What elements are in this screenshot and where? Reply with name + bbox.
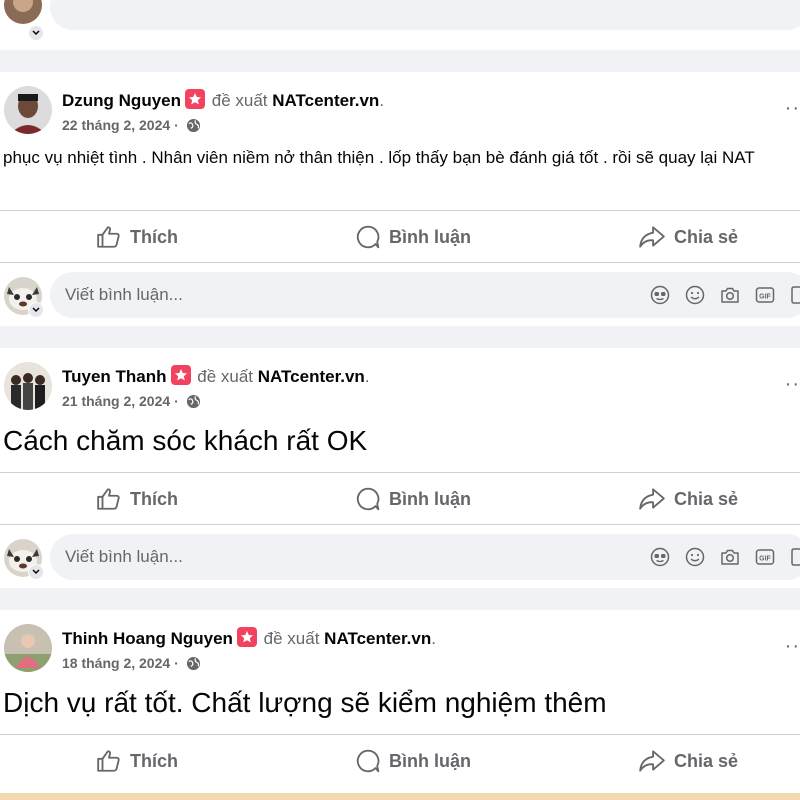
divider (0, 262, 800, 263)
share-button[interactable]: Chia sẻ (638, 474, 738, 524)
post-header: Tuyen Thanh đề xuất NATcenter.vn. (62, 365, 370, 386)
comment-button[interactable]: Bình luận (355, 736, 471, 786)
globe-icon (186, 394, 201, 413)
comment-label: Bình luận (389, 750, 471, 771)
share-label: Chia sẻ (674, 488, 739, 509)
post-date[interactable]: 18 tháng 2, 2024 (62, 655, 170, 671)
share-button[interactable]: Chia sẻ (638, 212, 738, 262)
post-header: Dzung Nguyen đề xuất NATcenter.vn. (62, 89, 385, 110)
like-button[interactable]: Thích (96, 474, 178, 524)
post-actions: Thích Bình luận Chia sẻ (0, 474, 800, 524)
recommends-label: đề xuất (197, 367, 254, 386)
post-actions: Thích Bình luận Chia sẻ (0, 212, 800, 262)
chevron-down-icon[interactable] (28, 25, 44, 41)
post-text: Dịch vụ rất tốt. Chất lượng sẽ kiểm nghi… (3, 687, 607, 718)
share-arrow-icon (639, 488, 665, 510)
author-name[interactable]: Tuyen Thanh (62, 367, 167, 386)
comment-input[interactable]: Viết bình luận... GIF (50, 534, 800, 580)
chevron-down-icon[interactable] (28, 564, 44, 580)
post-text: Cách chăm sóc khách rất OK (3, 425, 368, 456)
sticker-icon[interactable] (790, 547, 800, 572)
comment-placeholder: Viết bình luận... (65, 547, 183, 566)
page-name[interactable]: NATcenter.vn (272, 91, 379, 110)
globe-icon (186, 656, 201, 675)
globe-icon (186, 118, 201, 137)
recommend-star-icon (170, 365, 191, 385)
next-card-edge (0, 793, 800, 800)
avatar-sticker-icon[interactable] (650, 285, 670, 310)
emoji-icon[interactable] (685, 285, 705, 310)
like-button[interactable]: Thích (96, 736, 178, 786)
previous-post-card (0, 0, 800, 50)
page-name[interactable]: NATcenter.vn (258, 367, 365, 386)
author-name[interactable]: Thinh Hoang Nguyen (62, 629, 233, 648)
post-card: Thinh Hoang Nguyen đề xuất NATcenter.vn.… (0, 610, 800, 793)
author-avatar[interactable] (4, 624, 52, 672)
share-label: Chia sẻ (674, 750, 739, 771)
post-header: Thinh Hoang Nguyen đề xuất NATcenter.vn. (62, 627, 436, 648)
avatar-sticker-icon[interactable] (650, 547, 670, 572)
post-date[interactable]: 21 tháng 2, 2024 (62, 393, 170, 409)
thumbs-up-icon (97, 226, 120, 248)
post-text: phục vụ nhiệt tình . Nhân viên niềm nở t… (3, 148, 755, 167)
post-card: Dzung Nguyen đề xuất NATcenter.vn. 22 th… (0, 72, 800, 326)
page-name[interactable]: NATcenter.vn (324, 629, 431, 648)
thumbs-up-icon (97, 488, 120, 510)
post-card: Tuyen Thanh đề xuất NATcenter.vn. 21 thá… (0, 348, 800, 588)
more-options-icon[interactable]: ·· (785, 98, 800, 118)
speech-bubble-icon (356, 487, 380, 511)
meta-separator: · (174, 655, 179, 671)
svg-text:GIF: GIF (759, 294, 771, 301)
share-arrow-icon (639, 226, 665, 248)
author-name[interactable]: Dzung Nguyen (62, 91, 181, 110)
author-avatar[interactable] (4, 86, 52, 134)
recommend-star-icon (185, 89, 205, 109)
divider (0, 210, 800, 211)
comment-placeholder: Viết bình luận... (65, 285, 183, 304)
comment-label: Bình luận (389, 488, 471, 509)
comment-input[interactable] (50, 0, 800, 30)
share-arrow-icon (639, 750, 665, 772)
share-button[interactable]: Chia sẻ (638, 736, 738, 786)
comment-label: Bình luận (389, 226, 471, 247)
comment-button[interactable]: Bình luận (355, 212, 471, 262)
camera-icon[interactable] (720, 285, 740, 310)
post-actions: Thích Bình luận Chia sẻ (0, 736, 800, 786)
thumbs-up-icon (97, 750, 120, 772)
emoji-icon[interactable] (685, 547, 705, 572)
more-options-icon[interactable]: ·· (785, 374, 800, 394)
comment-composer: Viết bình luận... GIF (0, 534, 800, 580)
like-label: Thích (130, 750, 178, 771)
comment-composer: Viết bình luận... GIF (0, 272, 800, 318)
recommends-label: đề xuất (211, 91, 268, 110)
meta-separator: · (174, 117, 179, 133)
post-meta: 21 tháng 2, 2024 · (62, 392, 201, 413)
divider (0, 734, 800, 735)
post-date[interactable]: 22 tháng 2, 2024 (62, 117, 170, 133)
share-label: Chia sẻ (674, 226, 739, 247)
speech-bubble-icon (356, 749, 380, 773)
chevron-down-icon[interactable] (28, 302, 44, 318)
divider (0, 472, 800, 473)
recommends-label: đề xuất (263, 629, 320, 648)
svg-text:GIF: GIF (759, 556, 771, 563)
sticker-icon[interactable] (790, 285, 800, 310)
divider (0, 524, 800, 525)
like-button[interactable]: Thích (96, 212, 178, 262)
author-avatar[interactable] (4, 362, 52, 410)
post-meta: 18 tháng 2, 2024 · (62, 654, 201, 675)
speech-bubble-icon (356, 225, 380, 249)
camera-icon[interactable] (720, 547, 740, 572)
post-meta: 22 tháng 2, 2024 · (62, 116, 201, 137)
like-label: Thích (130, 226, 178, 247)
comment-avatar[interactable] (4, 0, 42, 24)
more-options-icon[interactable]: ·· (785, 636, 800, 656)
gif-icon[interactable]: GIF (755, 285, 775, 310)
comment-input[interactable]: Viết bình luận... GIF (50, 272, 800, 318)
comment-button[interactable]: Bình luận (355, 474, 471, 524)
recommend-star-icon (236, 627, 257, 647)
meta-separator: · (174, 393, 179, 409)
gif-icon[interactable]: GIF (755, 547, 775, 572)
like-label: Thích (130, 488, 178, 509)
